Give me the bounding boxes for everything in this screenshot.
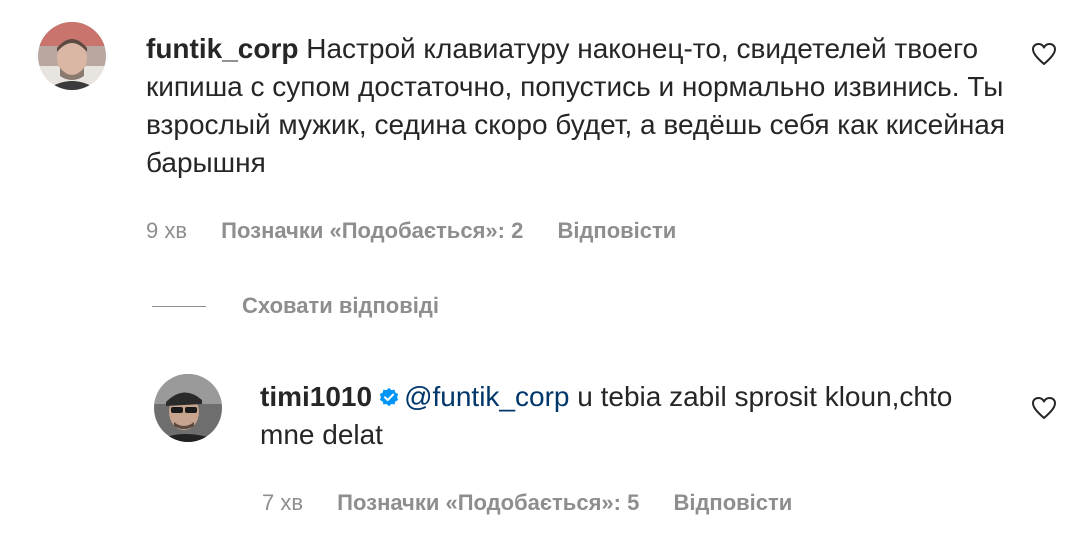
heart-outline-icon[interactable] bbox=[1031, 396, 1057, 420]
reply-reply-button[interactable]: Відповісти bbox=[673, 490, 792, 516]
comment-time[interactable]: 9 хв bbox=[146, 218, 187, 244]
reply-likes-button[interactable]: Позначки «Подобається»: 5 bbox=[337, 490, 639, 516]
user-avatar-photo bbox=[38, 22, 106, 90]
avatar-timi1010[interactable] bbox=[154, 374, 222, 442]
reply-body: timi1010 @funtik_corp u tebia zabil spro… bbox=[260, 378, 960, 454]
comment-reply-button[interactable]: Відповісти bbox=[557, 218, 676, 244]
heart-outline-icon[interactable] bbox=[1031, 42, 1057, 66]
comment-body: funtik_corp Настрой клавиатуру наконец-т… bbox=[146, 30, 1006, 182]
hide-replies-button[interactable]: Сховати відповіді bbox=[152, 290, 439, 322]
comment-likes-button[interactable]: Позначки «Подобається»: 2 bbox=[221, 218, 523, 244]
reply-meta: 7 хв Позначки «Подобається»: 5 Відповіст… bbox=[262, 490, 792, 516]
avatar-funtik-corp[interactable] bbox=[38, 22, 106, 90]
comment-meta: 9 хв Позначки «Подобається»: 2 Відповіст… bbox=[146, 218, 676, 244]
hide-replies-divider bbox=[152, 305, 206, 307]
user-avatar-photo bbox=[154, 374, 222, 442]
verified-badge-icon bbox=[379, 387, 399, 407]
hide-replies-label: Сховати відповіді bbox=[242, 293, 439, 318]
reply-mention-link[interactable]: @funtik_corp bbox=[404, 381, 569, 412]
comment-username[interactable]: funtik_corp bbox=[146, 33, 298, 64]
reply-username[interactable]: timi1010 bbox=[260, 381, 372, 412]
reply-time[interactable]: 7 хв bbox=[262, 490, 303, 516]
